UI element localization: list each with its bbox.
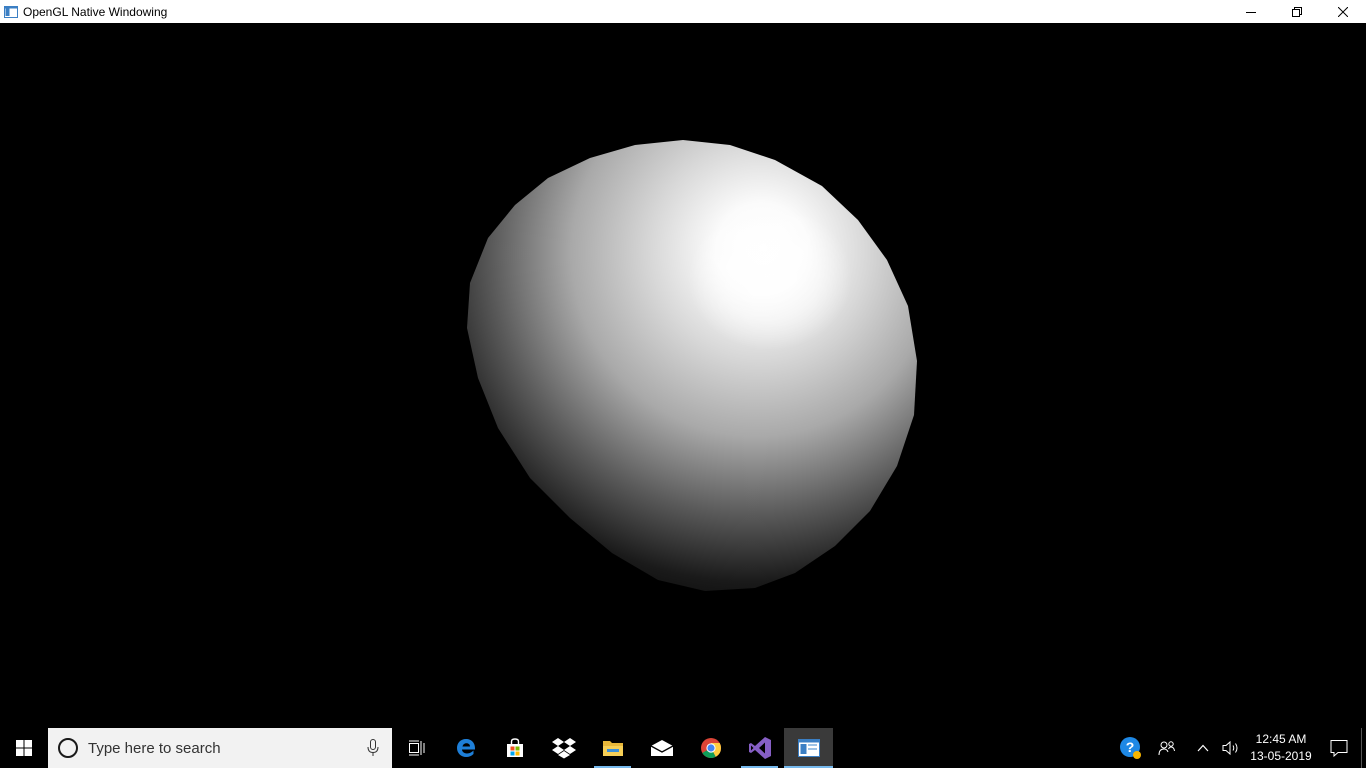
system-tray: ? 12:45 AM 13-05-2019: [1117, 728, 1366, 768]
show-desktop-button[interactable]: [1361, 728, 1366, 768]
taskbar-app-mail[interactable]: [637, 728, 686, 768]
taskbar-app-file-explorer[interactable]: [588, 728, 637, 768]
clock[interactable]: 12:45 AM 13-05-2019: [1245, 731, 1317, 765]
microphone-icon[interactable]: [367, 739, 379, 757]
sphere: [467, 140, 917, 591]
task-view-button[interactable]: [392, 728, 441, 768]
clock-time: 12:45 AM: [1255, 732, 1307, 746]
action-center-button[interactable]: [1317, 728, 1361, 768]
start-button[interactable]: [0, 728, 48, 768]
sphere-render: [467, 140, 917, 591]
mail-icon: [650, 740, 673, 756]
visual-studio-icon: [748, 737, 771, 759]
windows-logo-icon: [16, 740, 32, 756]
tray-people[interactable]: [1145, 728, 1189, 768]
chevron-up-icon: [1197, 744, 1209, 752]
taskbar-app-dropbox[interactable]: [539, 728, 588, 768]
microsoft-store-icon: [506, 738, 523, 757]
taskbar-app-chrome[interactable]: [686, 728, 735, 768]
search-placeholder: Type here to search: [88, 739, 221, 757]
volume-icon: [1222, 740, 1238, 756]
clock-date: 13-05-2019: [1250, 749, 1312, 763]
taskbar-app-visual-studio[interactable]: [735, 728, 784, 768]
taskbar-app-store[interactable]: [490, 728, 539, 768]
restore-icon: [1292, 6, 1302, 17]
task-view-icon: [408, 740, 424, 756]
taskbar: Type here to search ? 12:45 AM 13-05-201…: [0, 728, 1366, 768]
file-explorer-icon: [602, 741, 623, 756]
dropbox-icon: [551, 738, 576, 759]
restore-button[interactable]: [1274, 0, 1320, 23]
taskbar-app-opengl[interactable]: [784, 728, 833, 768]
taskbar-app-edge[interactable]: [441, 728, 490, 768]
tray-show-hidden[interactable]: [1189, 728, 1217, 768]
people-icon: [1158, 741, 1175, 756]
close-button[interactable]: [1320, 0, 1366, 23]
window-title: OpenGL Native Windowing: [23, 4, 168, 19]
edge-icon: [456, 739, 475, 757]
tray-volume[interactable]: [1217, 728, 1245, 768]
specular-highlight: [688, 206, 852, 350]
close-icon: [1338, 6, 1348, 17]
tray-help[interactable]: ?: [1117, 728, 1145, 768]
opengl-viewport[interactable]: [0, 23, 1366, 728]
notification-icon: [1330, 740, 1348, 757]
minimize-icon: [1246, 11, 1256, 13]
search-input[interactable]: Type here to search: [48, 728, 392, 768]
help-icon: ?: [1120, 737, 1141, 759]
minimize-button[interactable]: [1228, 0, 1274, 23]
app-window-icon[interactable]: [3, 4, 19, 20]
chrome-icon: [700, 738, 721, 759]
cortana-icon: [58, 738, 78, 758]
opengl-app-icon: [797, 739, 820, 757]
svg-text:?: ?: [1126, 739, 1135, 755]
title-bar[interactable]: OpenGL Native Windowing: [0, 0, 1366, 23]
